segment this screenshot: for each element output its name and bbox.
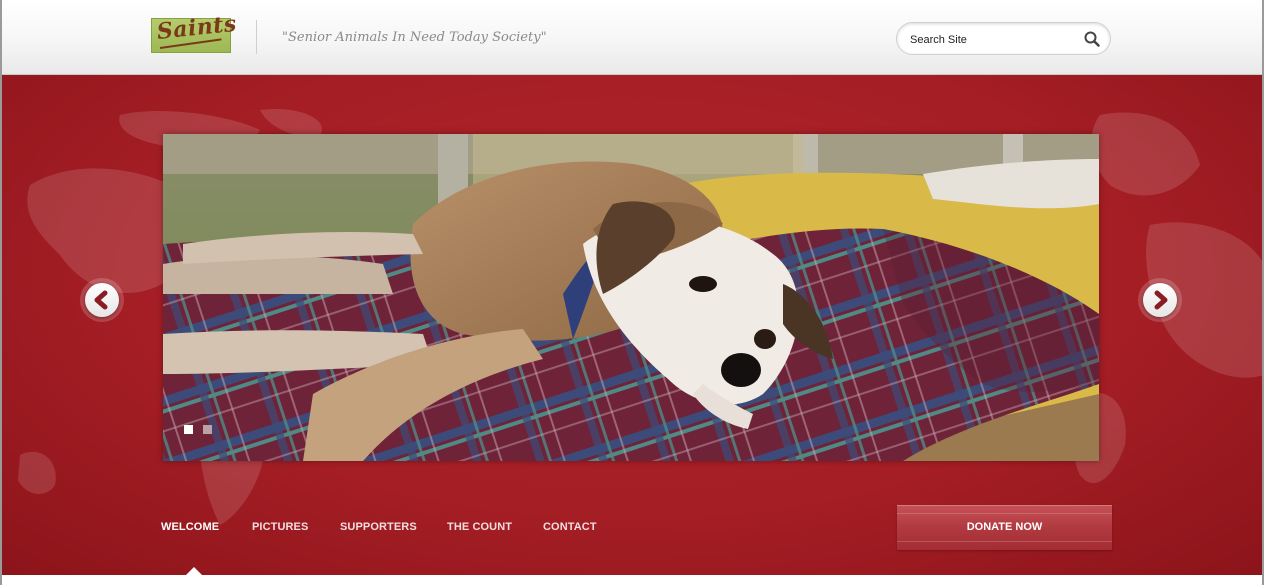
nav-pictures[interactable]: PICTURES [252,521,308,533]
nav-supporters[interactable]: SUPPORTERS [340,521,417,533]
slider-prev-button[interactable] [80,278,124,322]
donate-highlight-top [897,513,1112,514]
image-slider [163,134,1099,461]
window-border-left [0,0,2,585]
slider-dot-1[interactable] [184,425,193,434]
donate-now-button[interactable]: DONATE NOW [897,505,1112,550]
dog-photo [163,134,1099,461]
donate-highlight-bottom [897,541,1112,542]
hero-band [0,75,1264,575]
search-input[interactable] [910,32,1070,48]
chevron-right-icon [1154,290,1168,310]
nav-the-count[interactable]: THE COUNT [447,521,512,533]
search-box [896,22,1111,55]
slider-next-button[interactable] [1138,278,1182,322]
nav-welcome[interactable]: WELCOME [161,521,219,533]
nav-contact[interactable]: CONTACT [543,521,597,533]
chevron-left-icon [94,290,108,310]
saints-logo[interactable]: Saints [151,11,238,53]
search-icon[interactable] [1083,30,1101,48]
header-divider [256,20,257,54]
active-nav-marker [186,567,202,575]
site-header: Saints "Senior Animals In Need Today Soc… [0,0,1264,75]
slider-dot-2[interactable] [203,425,212,434]
donate-label: DONATE NOW [966,521,1043,533]
logo-text: Saints [155,10,238,45]
site-tagline: "Senior Animals In Need Today Society" [282,30,547,45]
